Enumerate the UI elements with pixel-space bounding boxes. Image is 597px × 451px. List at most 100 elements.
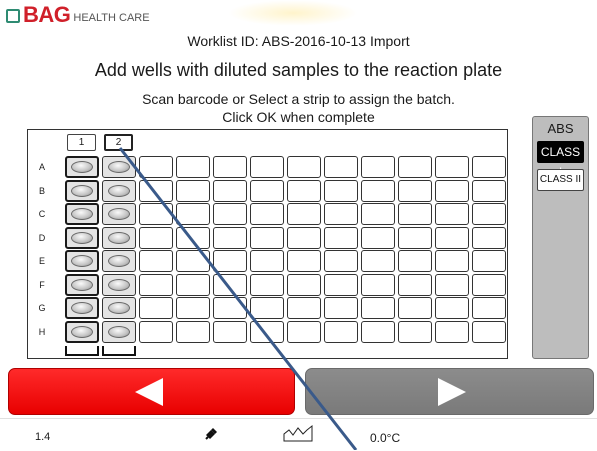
well-f8[interactable] [324, 273, 358, 296]
well-a6[interactable] [250, 156, 284, 178]
well-h3[interactable] [139, 320, 173, 343]
well-a10[interactable] [398, 156, 432, 178]
well-f3[interactable] [139, 273, 173, 296]
well-h1[interactable] [65, 320, 99, 343]
well-a9[interactable] [361, 156, 395, 178]
well-b11[interactable] [435, 179, 469, 202]
class-i-button[interactable]: CLASS I [537, 141, 584, 179]
well-f4[interactable] [176, 273, 210, 296]
well-d10[interactable] [398, 226, 432, 249]
well-c6[interactable] [250, 203, 284, 225]
well-c8[interactable] [324, 203, 358, 225]
well-b5[interactable] [213, 179, 247, 202]
well-h6[interactable] [250, 320, 284, 343]
well-c2[interactable] [102, 203, 136, 225]
class-ii-button[interactable]: CLASS II [537, 169, 584, 191]
well-a12[interactable] [472, 156, 506, 178]
well-h7[interactable] [287, 320, 321, 343]
well-c1[interactable] [65, 203, 99, 225]
well-a5[interactable] [213, 156, 247, 178]
well-b8[interactable] [324, 179, 358, 202]
next-button[interactable] [305, 368, 594, 415]
well-e10[interactable] [398, 250, 432, 272]
well-f7[interactable] [287, 273, 321, 296]
well-d8[interactable] [324, 226, 358, 249]
well-g6[interactable] [250, 297, 284, 319]
well-d11[interactable] [435, 226, 469, 249]
well-a2[interactable] [102, 156, 136, 178]
well-c5[interactable] [213, 203, 247, 225]
well-e8[interactable] [324, 250, 358, 272]
well-e9[interactable] [361, 250, 395, 272]
well-g7[interactable] [287, 297, 321, 319]
well-d12[interactable] [472, 226, 506, 249]
well-e1[interactable] [65, 250, 99, 272]
well-c7[interactable] [287, 203, 321, 225]
well-f2[interactable] [102, 273, 136, 296]
well-g8[interactable] [324, 297, 358, 319]
well-f9[interactable] [361, 273, 395, 296]
well-f11[interactable] [435, 273, 469, 296]
well-g10[interactable] [398, 297, 432, 319]
well-e4[interactable] [176, 250, 210, 272]
well-b10[interactable] [398, 179, 432, 202]
well-h8[interactable] [324, 320, 358, 343]
well-c9[interactable] [361, 203, 395, 225]
well-d3[interactable] [139, 226, 173, 249]
well-b9[interactable] [361, 179, 395, 202]
well-f6[interactable] [250, 273, 284, 296]
well-h11[interactable] [435, 320, 469, 343]
well-a8[interactable] [324, 156, 358, 178]
well-d1[interactable] [65, 226, 99, 249]
well-h9[interactable] [361, 320, 395, 343]
well-g4[interactable] [176, 297, 210, 319]
back-button[interactable] [8, 368, 295, 415]
well-h12[interactable] [472, 320, 506, 343]
well-a4[interactable] [176, 156, 210, 178]
well-g5[interactable] [213, 297, 247, 319]
strip-header-1[interactable]: 1 [67, 134, 96, 151]
well-e5[interactable] [213, 250, 247, 272]
well-d9[interactable] [361, 226, 395, 249]
well-d4[interactable] [176, 226, 210, 249]
well-f10[interactable] [398, 273, 432, 296]
well-g9[interactable] [361, 297, 395, 319]
well-e12[interactable] [472, 250, 506, 272]
well-b12[interactable] [472, 179, 506, 202]
well-g2[interactable] [102, 297, 136, 319]
well-g1[interactable] [65, 297, 99, 319]
well-e6[interactable] [250, 250, 284, 272]
strip-header-2[interactable]: 2 [104, 134, 133, 151]
well-h4[interactable] [176, 320, 210, 343]
well-c4[interactable] [176, 203, 210, 225]
well-g3[interactable] [139, 297, 173, 319]
well-e11[interactable] [435, 250, 469, 272]
well-f12[interactable] [472, 273, 506, 296]
well-h2[interactable] [102, 320, 136, 343]
well-h5[interactable] [213, 320, 247, 343]
well-a11[interactable] [435, 156, 469, 178]
well-g12[interactable] [472, 297, 506, 319]
well-a1[interactable] [65, 156, 99, 178]
well-b6[interactable] [250, 179, 284, 202]
well-h10[interactable] [398, 320, 432, 343]
well-c3[interactable] [139, 203, 173, 225]
well-d7[interactable] [287, 226, 321, 249]
well-d5[interactable] [213, 226, 247, 249]
well-b4[interactable] [176, 179, 210, 202]
well-d6[interactable] [250, 226, 284, 249]
well-a3[interactable] [139, 156, 173, 178]
well-b2[interactable] [102, 179, 136, 202]
well-f5[interactable] [213, 273, 247, 296]
well-c10[interactable] [398, 203, 432, 225]
well-e3[interactable] [139, 250, 173, 272]
well-g11[interactable] [435, 297, 469, 319]
well-b1[interactable] [65, 179, 99, 202]
well-c11[interactable] [435, 203, 469, 225]
well-b7[interactable] [287, 179, 321, 202]
well-e7[interactable] [287, 250, 321, 272]
well-a7[interactable] [287, 156, 321, 178]
well-e2[interactable] [102, 250, 136, 272]
well-b3[interactable] [139, 179, 173, 202]
well-d2[interactable] [102, 226, 136, 249]
